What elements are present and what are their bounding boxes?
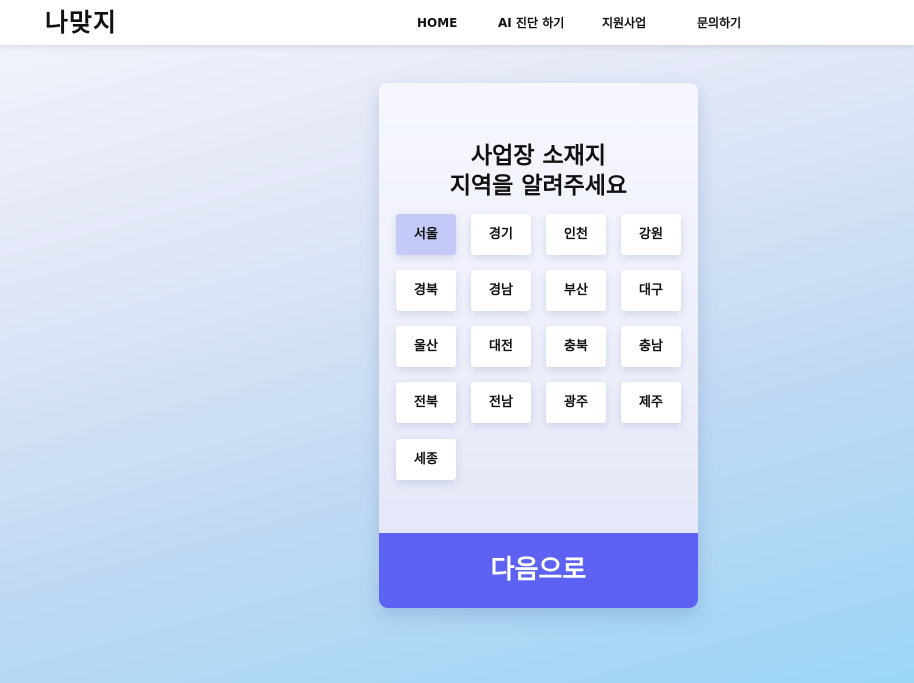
region-button-gyeongbuk[interactable]: 경북: [396, 270, 456, 311]
card-title-line-2: 지역을 알려주세요: [449, 173, 628, 199]
next-button[interactable]: 다음으로: [379, 533, 698, 608]
region-button-incheon[interactable]: 인천: [546, 214, 606, 255]
region-button-gyeongnam[interactable]: 경남: [471, 270, 531, 311]
region-button-chungbuk[interactable]: 충북: [546, 326, 606, 367]
region-button-daegu[interactable]: 대구: [621, 270, 681, 311]
region-button-gyeonggi[interactable]: 경기: [471, 214, 531, 255]
region-button-seoul[interactable]: 서울: [396, 214, 456, 255]
card-title: 사업장 소재지 지역을 알려주세요: [379, 141, 698, 201]
region-button-busan[interactable]: 부산: [546, 270, 606, 311]
nav-item-ai-diagnosis[interactable]: AI 진단 하기: [498, 14, 564, 32]
region-button-sejong[interactable]: 세종: [396, 439, 456, 480]
region-button-gangwon[interactable]: 강원: [621, 214, 681, 255]
nav-item-home[interactable]: HOME: [417, 14, 457, 32]
region-button-ulsan[interactable]: 울산: [396, 326, 456, 367]
region-button-jeju[interactable]: 제주: [621, 382, 681, 423]
region-button-daejeon[interactable]: 대전: [471, 326, 531, 367]
nav-item-contact[interactable]: 문의하기: [697, 14, 741, 32]
region-button-gwangju[interactable]: 광주: [546, 382, 606, 423]
logo[interactable]: 나맞지: [45, 6, 117, 40]
region-button-chungnam[interactable]: 충남: [621, 326, 681, 367]
region-select-card: 사업장 소재지 지역을 알려주세요 서울 경기 인천 강원 경북 경남 부산 대…: [379, 83, 698, 608]
region-button-jeonbuk[interactable]: 전북: [396, 382, 456, 423]
card-title-line-1: 사업장 소재지: [471, 143, 606, 169]
top-navbar: 나맞지 HOME AI 진단 하기 지원사업 문의하기: [0, 0, 914, 45]
nav-item-support-programs[interactable]: 지원사업: [602, 14, 646, 32]
region-button-jeonnam[interactable]: 전남: [471, 382, 531, 423]
